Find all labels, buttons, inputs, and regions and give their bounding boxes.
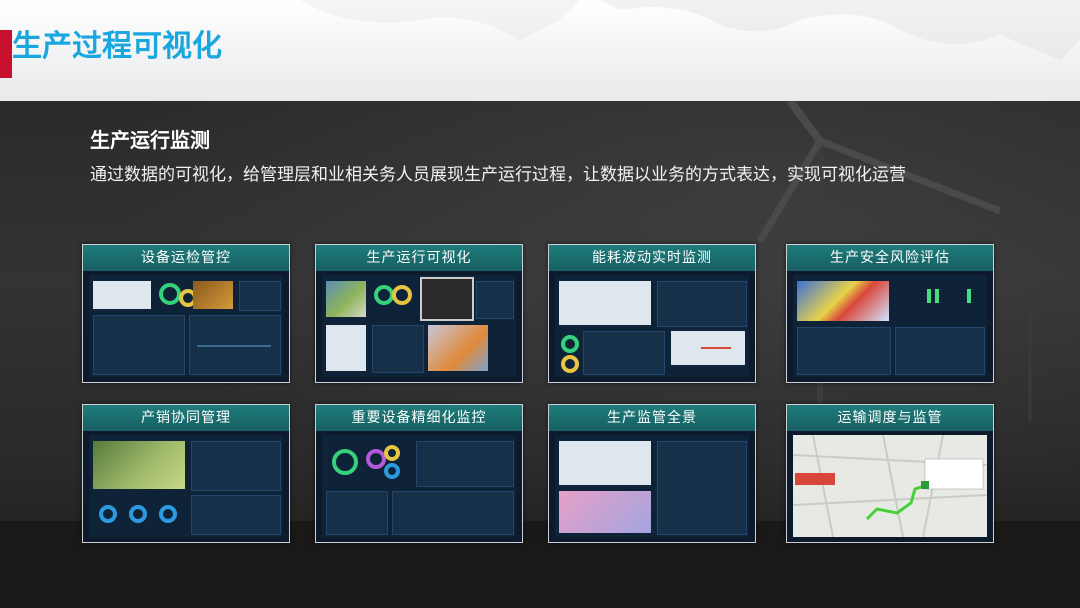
- card-production-visualization[interactable]: 生产运行可视化: [315, 244, 523, 383]
- card-title: 重要设备精细化监控: [316, 405, 522, 431]
- card-equipment-inspection[interactable]: 设备运检管控: [82, 244, 290, 383]
- title-accent-bar: [0, 30, 12, 78]
- dashboard-thumbnail: [555, 435, 749, 537]
- card-title: 生产监管全景: [549, 405, 755, 431]
- card-title: 生产安全风险评估: [787, 245, 993, 271]
- card-transport-dispatch[interactable]: 运输调度与监管: [786, 404, 994, 543]
- section-description: 通过数据的可视化，给管理层和业相关务人员展现生产运行过程，让数据以业务的方式表达…: [90, 165, 906, 185]
- card-title: 设备运检管控: [83, 245, 289, 271]
- dashboard-thumbnail: [322, 275, 516, 377]
- map-thumbnail: [792, 434, 988, 538]
- dashboard-thumbnail: [322, 435, 516, 537]
- card-title: 能耗波动实时监测: [549, 245, 755, 271]
- card-title: 生产运行可视化: [316, 245, 522, 271]
- slide-title: 生产过程可视化: [12, 29, 222, 64]
- card-energy-monitoring[interactable]: 能耗波动实时监测: [548, 244, 756, 383]
- dashboard-thumbnail: [89, 275, 283, 377]
- dashboard-thumbnail: [793, 275, 987, 377]
- dashboard-thumbnail: [89, 435, 283, 537]
- card-production-overview[interactable]: 生产监管全景: [548, 404, 756, 543]
- card-safety-risk-assessment[interactable]: 生产安全风险评估: [786, 244, 994, 383]
- route-map: [792, 434, 988, 538]
- card-production-sales-coordination[interactable]: 产销协同管理: [82, 404, 290, 543]
- card-title: 产销协同管理: [83, 405, 289, 431]
- dashboard-thumbnail: [555, 275, 749, 377]
- section-heading: 生产运行监测: [90, 128, 210, 152]
- card-key-equipment-monitoring[interactable]: 重要设备精细化监控: [315, 404, 523, 543]
- card-title: 运输调度与监管: [787, 405, 993, 431]
